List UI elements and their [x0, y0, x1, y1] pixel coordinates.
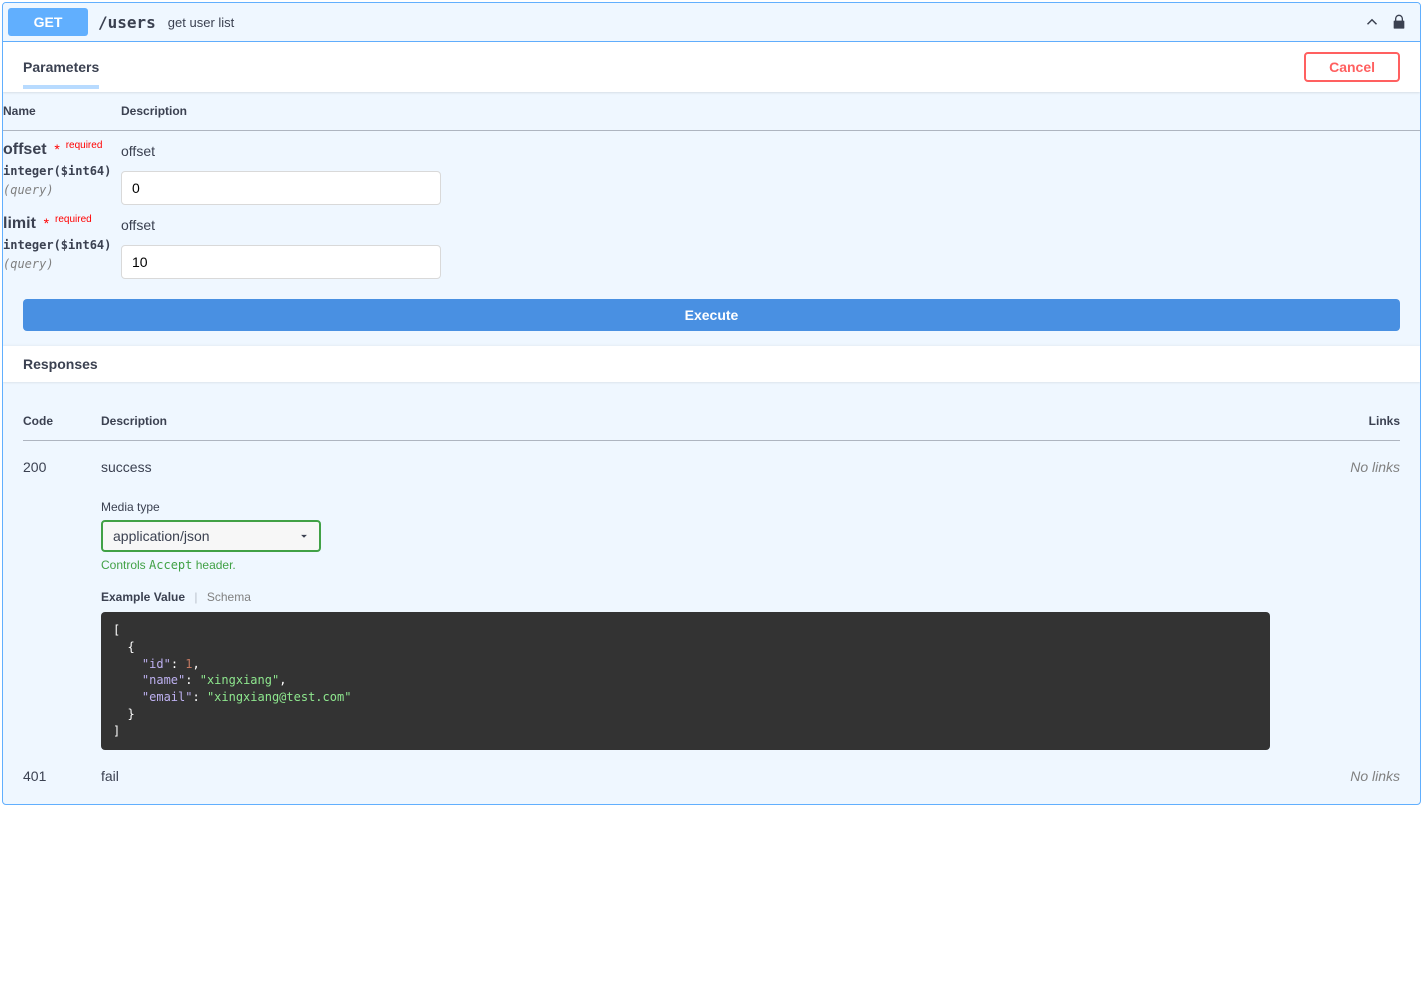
param-in: (query)	[3, 257, 121, 271]
cancel-button[interactable]: Cancel	[1304, 52, 1400, 82]
required-label: required	[64, 140, 103, 151]
param-description: offset	[121, 143, 1420, 159]
param-name: limit	[3, 215, 36, 232]
parameters-tab[interactable]: Parameters	[23, 59, 99, 89]
parameters-header: Parameters Cancel	[3, 42, 1420, 92]
response-header-description: Description	[101, 402, 1310, 441]
schema-tab[interactable]: Schema	[207, 590, 251, 604]
operation-description: get user list	[168, 15, 234, 30]
media-type-label: Media type	[101, 500, 1270, 514]
chevron-up-icon[interactable]	[1363, 13, 1381, 31]
required-star-icon: *	[40, 215, 49, 231]
required-label: required	[53, 214, 92, 225]
param-header-name: Name	[3, 92, 121, 131]
operation-summary[interactable]: GET /users get user list	[3, 3, 1420, 42]
param-name: offset	[3, 141, 47, 158]
lock-icon[interactable]	[1391, 14, 1407, 30]
media-type-select[interactable]: application/json	[101, 520, 321, 552]
no-links-label: No links	[1350, 768, 1400, 784]
parameter-row: limit * required integer($int64) (query)…	[3, 205, 1420, 279]
response-code: 401	[23, 750, 101, 784]
no-links-label: No links	[1350, 459, 1400, 475]
response-header-code: Code	[23, 402, 101, 441]
example-code-block[interactable]: [ { "id": 1, "name": "xingxiang", "email…	[101, 612, 1270, 750]
response-header-links: Links	[1310, 402, 1400, 441]
responses-table: Code Description Links 200 success Media…	[23, 402, 1400, 784]
response-row: 401 fail No links	[23, 750, 1400, 784]
parameters-table: Name Description offset * required integ…	[3, 92, 1420, 279]
param-type: integer($int64)	[3, 233, 121, 257]
parameter-row: offset * required integer($int64) (query…	[3, 131, 1420, 206]
operation-block: GET /users get user list Parameters Canc…	[2, 2, 1421, 805]
accept-hint: Controls Accept header.	[101, 558, 1270, 572]
param-in: (query)	[3, 183, 121, 197]
response-description: fail	[101, 768, 1270, 784]
response-code: 200	[23, 441, 101, 750]
param-description: offset	[121, 217, 1420, 233]
responses-title: Responses	[23, 356, 98, 372]
param-header-description: Description	[121, 92, 1420, 131]
tab-separator: |	[188, 590, 203, 604]
required-star-icon: *	[50, 141, 59, 157]
response-description: success	[101, 459, 1270, 475]
execute-button[interactable]: Execute	[23, 299, 1400, 331]
offset-input[interactable]	[121, 171, 441, 205]
example-value-tab[interactable]: Example Value	[101, 590, 185, 604]
responses-header: Responses	[3, 346, 1420, 382]
param-type: integer($int64)	[3, 159, 121, 183]
method-badge: GET	[8, 8, 88, 36]
limit-input[interactable]	[121, 245, 441, 279]
operation-path: /users	[98, 13, 156, 32]
response-row: 200 success Media type application/json	[23, 441, 1400, 750]
